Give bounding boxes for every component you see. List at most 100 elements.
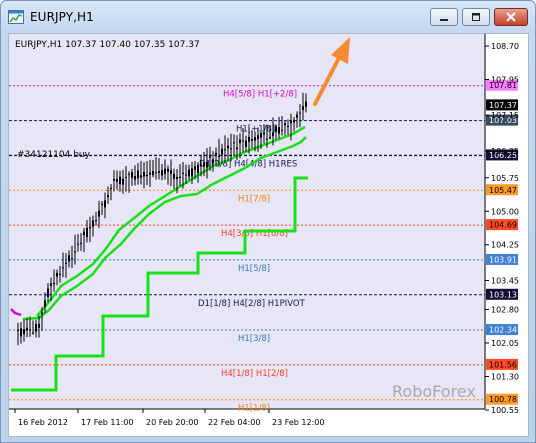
candle-body: [200, 164, 202, 166]
candle-body: [98, 210, 100, 217]
candle-body: [239, 139, 241, 144]
level-label: H4[5/8] H1[+2/8]: [223, 90, 297, 100]
price-tick-label: 105.00: [491, 207, 519, 216]
price-chart[interactable]: H4[5/8] H1[+2/8]H1[+1/8]D1[2/8] H4[4/8] …: [9, 34, 528, 436]
price-tick-label: 106.35: [491, 147, 519, 156]
price-tick-label: 107.15: [491, 111, 519, 120]
time-tick-label: 22 Feb 04:00: [208, 418, 260, 427]
minimize-button[interactable]: [430, 8, 458, 26]
close-button[interactable]: [494, 8, 528, 26]
candle-body: [278, 126, 280, 134]
candle-body: [38, 323, 40, 328]
candle-body: [86, 227, 88, 237]
candle-body: [113, 179, 115, 181]
level-label: H1[7/8]: [238, 194, 270, 204]
candle-body: [71, 258, 73, 260]
price-tick-label: 103.45: [491, 276, 519, 285]
candle-body: [266, 138, 268, 140]
candle-body: [275, 126, 277, 132]
level-label: H1[3/8]: [238, 334, 270, 344]
candle-body: [152, 171, 154, 176]
candle-body: [92, 220, 94, 227]
price-tag: 102.34: [486, 324, 518, 336]
price-tag: 100.78: [486, 393, 518, 405]
price-tick-label: 107.95: [491, 75, 519, 84]
candle-body: [143, 171, 145, 177]
candle-body: [137, 170, 139, 179]
candle-body: [176, 176, 178, 179]
candle-body: [209, 156, 211, 158]
candle-body: [272, 132, 274, 137]
candle-body: [212, 159, 214, 164]
minimize-icon: [440, 19, 448, 21]
candle-body: [47, 288, 49, 297]
candle-body: [158, 171, 160, 173]
price-tick-label: 108.70: [491, 42, 519, 51]
candle-body: [245, 140, 247, 148]
candle-body: [41, 312, 43, 315]
candle-body: [179, 176, 181, 178]
restore-icon: [472, 13, 480, 21]
candle-body: [230, 148, 232, 150]
candle-body: [287, 125, 289, 127]
candle-body: [65, 262, 67, 264]
candle-body: [251, 138, 253, 141]
candle-body: [236, 147, 238, 150]
candle-body: [167, 168, 169, 172]
maximize-button[interactable]: [462, 8, 490, 26]
candle-body: [215, 152, 217, 155]
candle-body: [194, 166, 196, 170]
price-tick-label: 102.80: [491, 306, 519, 315]
window-title: EURJPY,H1: [30, 10, 94, 24]
price-tag: 104.69: [486, 219, 518, 231]
price-tag: 107.37: [486, 99, 518, 111]
candle-body: [62, 267, 64, 269]
candle-body: [281, 129, 283, 131]
candle-body: [164, 168, 166, 174]
price-tag-label: 103.13: [489, 290, 517, 299]
price-tick-label: 102.05: [491, 339, 519, 348]
level-label: D1[1/8] H4[2/8] H1PIVOT: [198, 299, 306, 309]
close-icon: [506, 12, 516, 22]
title-bar[interactable]: EURJPY,H1: [1, 1, 535, 33]
candle-body: [68, 255, 70, 262]
candle-body: [116, 178, 118, 182]
candle-body: [254, 137, 256, 141]
candle-body: [284, 123, 286, 126]
time-tick-label: 16 Feb 2012: [18, 418, 68, 427]
price-tick-label: 105.75: [491, 174, 519, 183]
candle-body: [191, 168, 193, 177]
candle-body: [95, 220, 97, 222]
candle-body: [110, 187, 112, 189]
candle-body: [53, 283, 55, 285]
candle-body: [290, 120, 292, 124]
candle-body: [32, 332, 34, 334]
chart-area[interactable]: H4[5/8] H1[+2/8] H1[+1/8] D1[2/8] H4[4/8] …: [8, 33, 529, 437]
level-label: H1[1/8]: [238, 404, 270, 414]
candle-body: [26, 327, 28, 331]
candle-body: [248, 137, 250, 142]
candle-body: [197, 164, 199, 174]
candle-body: [140, 175, 142, 178]
candle-body: [89, 227, 91, 229]
candle-body: [305, 101, 307, 107]
price-tag-label: 105.47: [489, 186, 517, 195]
candle-body: [227, 145, 229, 149]
candle-body: [122, 178, 124, 185]
price-tag: 105.47: [486, 184, 518, 196]
time-tick-label: 20 Feb 20:00: [146, 418, 198, 427]
candle-body: [59, 273, 61, 275]
candle-body: [188, 169, 190, 177]
candle-body: [173, 173, 175, 179]
time-tick-label: 17 Feb 11:00: [81, 418, 133, 427]
price-tag-label: 102.34: [489, 326, 517, 335]
candle-body: [293, 120, 295, 123]
candle-body: [263, 132, 265, 135]
time-tick-label: 23 Feb 12:00: [272, 418, 324, 427]
candle-body: [83, 231, 85, 236]
candle-body: [104, 200, 106, 208]
candle-body: [185, 174, 187, 176]
candle-body: [35, 323, 37, 332]
candle-body: [296, 114, 298, 118]
candle-body: [119, 176, 121, 185]
